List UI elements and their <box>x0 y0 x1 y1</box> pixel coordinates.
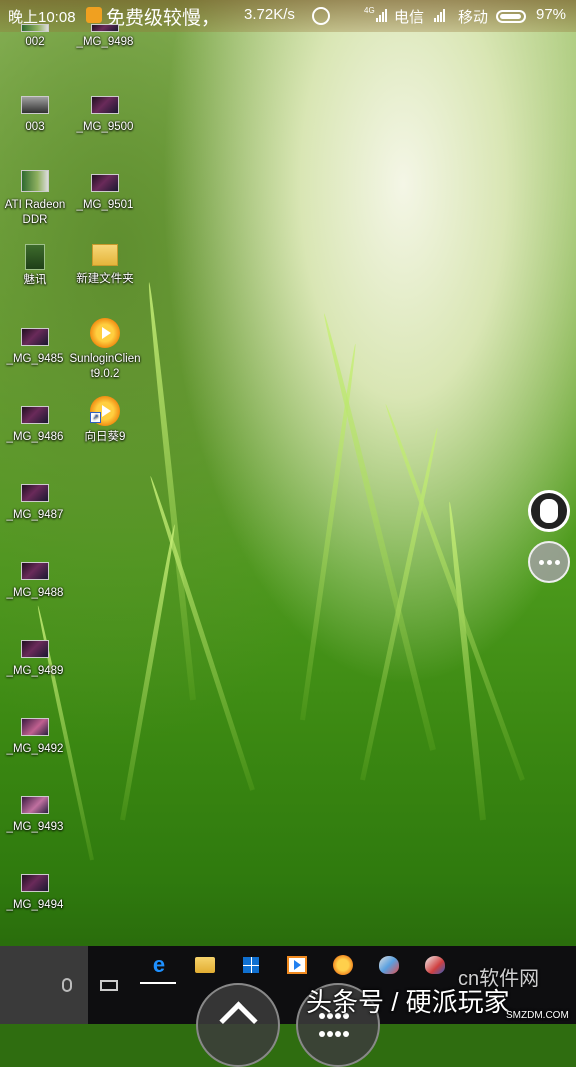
grass-wallpaper <box>0 0 576 1024</box>
sunlogin-taskbar-button[interactable] <box>332 954 354 976</box>
desktop-icon-mg-9493[interactable]: _MG_9493 <box>0 796 72 835</box>
shortcut-arrow-icon: ↗ <box>90 412 101 423</box>
desktop-icon-mg-9501[interactable]: _MG_9501 <box>68 174 142 213</box>
desktop-icon-mg-9486[interactable]: _MG_9486 <box>0 406 72 445</box>
desktop-icon-002[interactable]: 002 <box>0 24 72 50</box>
desktop-icon-meixun[interactable]: 魅讯 <box>0 244 72 288</box>
edge-browser-button[interactable]: e <box>148 952 170 977</box>
mouse-icon <box>540 499 558 523</box>
file-explorer-button[interactable] <box>194 954 216 976</box>
dot-icon <box>546 559 552 565</box>
desktop-icon-mg-9487[interactable]: _MG_9487 <box>0 484 72 523</box>
task-view-icon[interactable] <box>100 980 118 991</box>
app-icon <box>425 956 445 974</box>
mouse-mode-button[interactable] <box>528 490 570 532</box>
battery-percent: 97% <box>536 6 567 23</box>
battery-icon <box>496 10 526 23</box>
network-type-label: 4G <box>364 6 375 15</box>
dot-icon <box>538 559 544 565</box>
more-options-button[interactable] <box>528 541 570 583</box>
sunlogin-icon <box>90 318 120 348</box>
desktop-icon-mg-9492[interactable]: _MG_9492 <box>0 718 72 757</box>
desktop-icon-mg-9494[interactable]: _MG_9494 <box>0 874 72 913</box>
signal-icon <box>434 9 445 22</box>
store-icon <box>243 957 259 973</box>
file-explorer-icon <box>195 957 215 973</box>
microphone-icon[interactable] <box>62 978 72 992</box>
paint-icon <box>379 956 399 974</box>
image-thumbnail-icon <box>91 174 119 192</box>
image-thumbnail-icon <box>91 24 119 32</box>
media-player-button[interactable] <box>286 954 308 976</box>
image-thumbnail-icon <box>21 562 49 580</box>
image-thumbnail-icon <box>21 718 49 736</box>
sunlogin-icon <box>333 955 353 975</box>
watermark-site: SMZDM.COM <box>506 1010 569 1021</box>
carrier-2: 移动 <box>458 9 489 26</box>
document-icon <box>25 244 45 270</box>
desktop-icon-mg-9498[interactable]: _MG_9498 <box>68 24 142 50</box>
app-notification-icon <box>86 7 102 23</box>
image-thumbnail-icon <box>91 96 119 114</box>
desktop-icon-mg-9500[interactable]: _MG_9500 <box>68 96 142 135</box>
paint-button[interactable] <box>378 954 400 976</box>
file-thumbnail-icon <box>21 170 49 192</box>
image-thumbnail-icon <box>21 640 49 658</box>
signal-icon <box>376 9 387 22</box>
active-app-indicator <box>140 982 176 984</box>
store-button[interactable] <box>240 954 262 976</box>
image-thumbnail-icon <box>21 796 49 814</box>
desktop-icon-mg-9488[interactable]: _MG_9488 <box>0 562 72 601</box>
folder-icon <box>92 244 118 266</box>
file-thumbnail-icon <box>21 96 49 114</box>
alarm-icon <box>312 7 330 25</box>
taskbar-system-area <box>0 946 88 1024</box>
image-thumbnail-icon <box>21 484 49 502</box>
watermark-partial: cn软件网 <box>458 968 540 990</box>
app-button[interactable] <box>424 954 446 976</box>
edge-icon: e <box>152 952 166 977</box>
desktop-icon-new-folder[interactable]: 新建文件夹 <box>68 244 142 287</box>
network-speed: 3.72K/s <box>244 6 295 23</box>
image-thumbnail-icon <box>21 406 49 424</box>
media-player-icon <box>287 956 307 974</box>
desktop-icon-003[interactable]: 003 <box>0 96 72 135</box>
desktop-icon-sunlogin-client[interactable]: SunloginClient9.0.2 <box>68 318 142 382</box>
desktop-icon-ati-radeon[interactable]: ATI Radeon DDR <box>0 170 72 228</box>
desktop-icon-sunlogin-shortcut[interactable]: ↗ 向日葵9 <box>68 396 142 445</box>
desktop-icon-mg-9485[interactable]: _MG_9485 <box>0 328 72 367</box>
dot-icon <box>554 559 560 565</box>
scroll-up-button[interactable] <box>196 983 280 1067</box>
desktop-icon-mg-9489[interactable]: _MG_9489 <box>0 640 72 679</box>
carrier-1: 电信 <box>394 9 425 26</box>
file-thumbnail-icon <box>21 24 49 32</box>
image-thumbnail-icon <box>21 874 49 892</box>
chevron-up-icon <box>218 1001 258 1040</box>
image-thumbnail-icon <box>21 328 49 346</box>
